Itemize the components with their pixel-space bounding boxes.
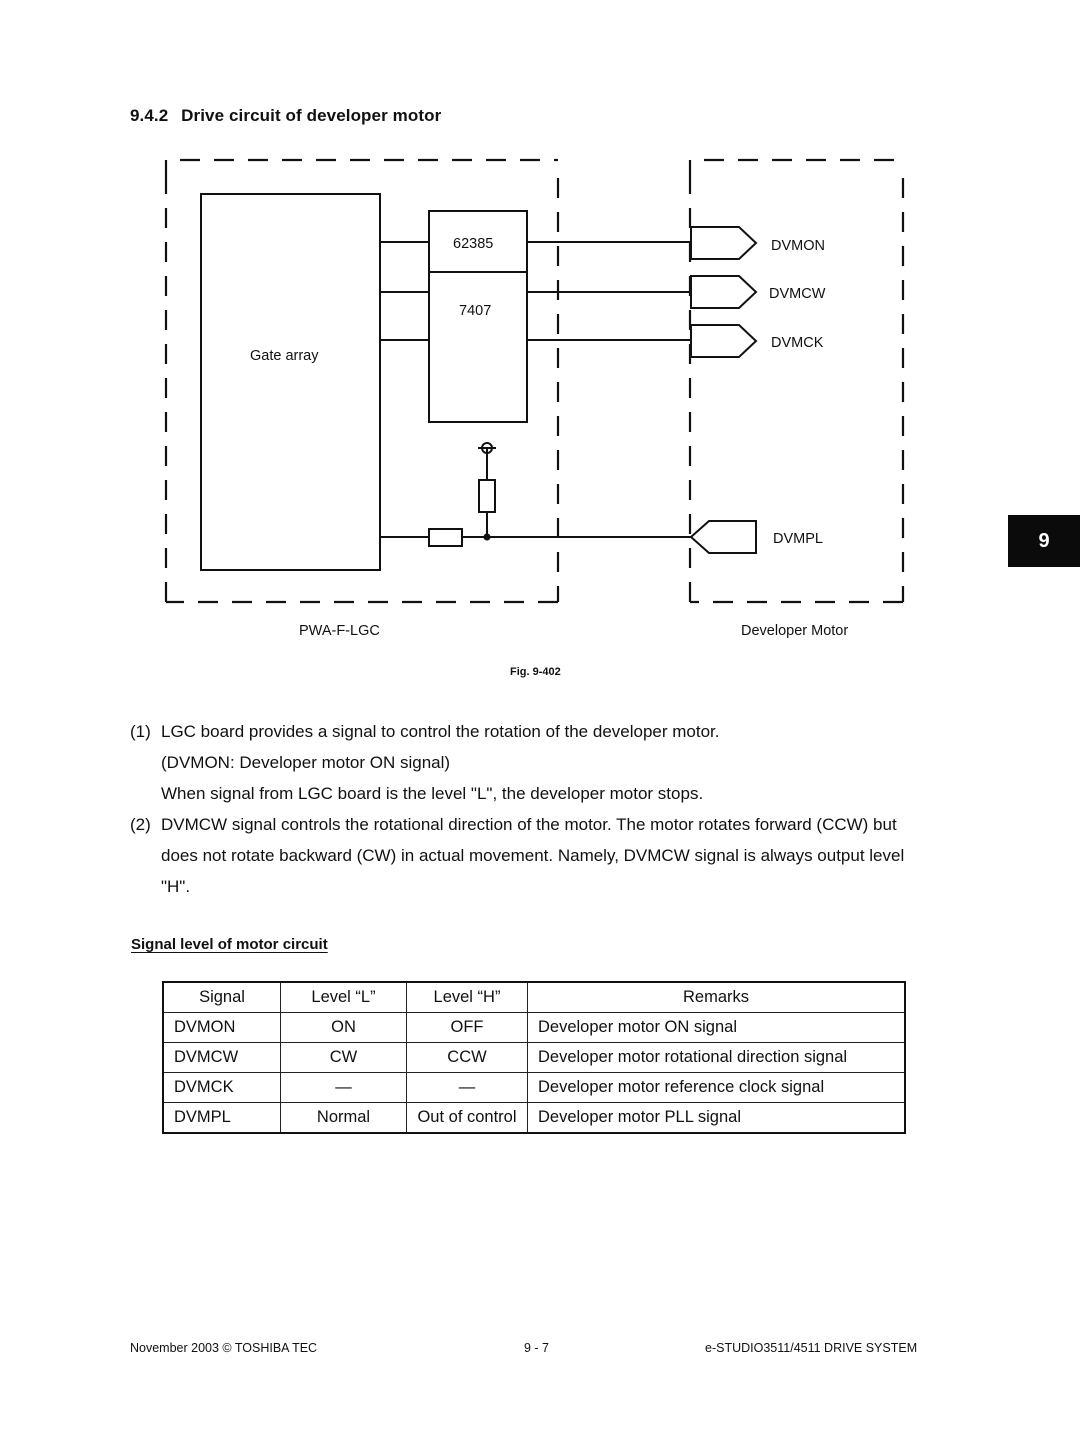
table-row: DVMON ON OFF Developer motor ON signal [162, 1012, 906, 1043]
ic-bottom-label: 7407 [459, 303, 491, 319]
cell-signal: DVMPL [162, 1102, 281, 1134]
header-signal: Signal [162, 981, 281, 1013]
list-marker: (1) [130, 722, 151, 741]
cell-level-l: ON [280, 1012, 407, 1043]
pullup-resistor [478, 479, 496, 513]
cell-level-h: OFF [406, 1012, 528, 1043]
header-remarks: Remarks [527, 981, 906, 1013]
footer-left: November 2003 © TOSHIBA TEC [130, 1341, 318, 1355]
cell-level-l: — [280, 1072, 407, 1103]
gate-array-box [200, 193, 381, 571]
paragraph-1: (1) LGC board provides a signal to contr… [130, 716, 970, 809]
series-resistor [428, 528, 463, 547]
cell-signal: DVMCK [162, 1072, 281, 1103]
cell-remarks: Developer motor reference clock signal [527, 1072, 906, 1103]
paragraph-line: DVMCW signal controls the rotational dir… [161, 815, 897, 834]
signal-label-dvmon: DVMON [771, 238, 825, 254]
cell-level-h: — [406, 1072, 528, 1103]
table-row: DVMCW CW CCW Developer motor rotational … [162, 1042, 906, 1073]
paragraph-line: (DVMON: Developer motor ON signal) [161, 753, 451, 772]
paragraph-line: "H". [161, 877, 191, 896]
motor-label: Developer Motor [741, 623, 848, 639]
cell-level-h: CCW [406, 1042, 528, 1073]
signal-label-dvmcw: DVMCW [769, 286, 826, 302]
signal-label-dvmpl: DVMPL [773, 531, 823, 547]
junction-dot [483, 533, 491, 541]
signal-label-dvmck: DVMCK [771, 335, 824, 351]
cell-remarks: Developer motor PLL signal [527, 1102, 906, 1134]
table-header-row: Signal Level “L” Level “H” Remarks [162, 981, 906, 1013]
footer-page-number: 9 - 7 [524, 1341, 550, 1355]
table-row: DVMPL Normal Out of control Developer mo… [162, 1102, 906, 1134]
circuit-diagram: Gate array 62385 7407 DVMON DVMCW DVMCK … [164, 158, 905, 639]
cell-level-l: Normal [280, 1102, 407, 1134]
connector-dvmon [690, 226, 758, 260]
connector-dvmcw [690, 275, 758, 309]
figure-caption: Fig. 9-402 [510, 666, 561, 678]
paragraph-line: does not rotate backward (CW) in actual … [161, 846, 905, 865]
connector-dvmpl [689, 520, 757, 554]
table-row: DVMCK — — Developer motor reference cloc… [162, 1072, 906, 1103]
cell-signal: DVMON [162, 1012, 281, 1043]
paragraph-2: (2) DVMCW signal controls the rotational… [130, 809, 970, 902]
paragraph-line: LGC board provides a signal to control t… [161, 722, 720, 741]
table-title: Signal level of motor circuit [131, 936, 328, 953]
signal-level-table: Signal Level “L” Level “H” Remarks DVMON… [162, 981, 906, 1134]
cell-remarks: Developer motor ON signal [527, 1012, 906, 1043]
header-level-h: Level “H” [406, 981, 528, 1013]
footer-right: e-STUDIO3511/4511 DRIVE SYSTEM [705, 1341, 918, 1355]
board-label: PWA-F-LGC [299, 623, 380, 639]
cell-level-h: Out of control [406, 1102, 528, 1134]
cell-level-l: CW [280, 1042, 407, 1073]
list-marker: (2) [130, 815, 151, 834]
chapter-tab[interactable]: 9 [1008, 515, 1080, 567]
cell-remarks: Developer motor rotational direction sig… [527, 1042, 906, 1073]
cell-signal: DVMCW [162, 1042, 281, 1073]
connector-dvmck [690, 324, 758, 358]
gate-array-label: Gate array [250, 348, 319, 364]
ic-top-label: 62385 [453, 236, 493, 252]
paragraph-line: When signal from LGC board is the level … [161, 784, 704, 803]
header-level-l: Level “L” [280, 981, 407, 1013]
